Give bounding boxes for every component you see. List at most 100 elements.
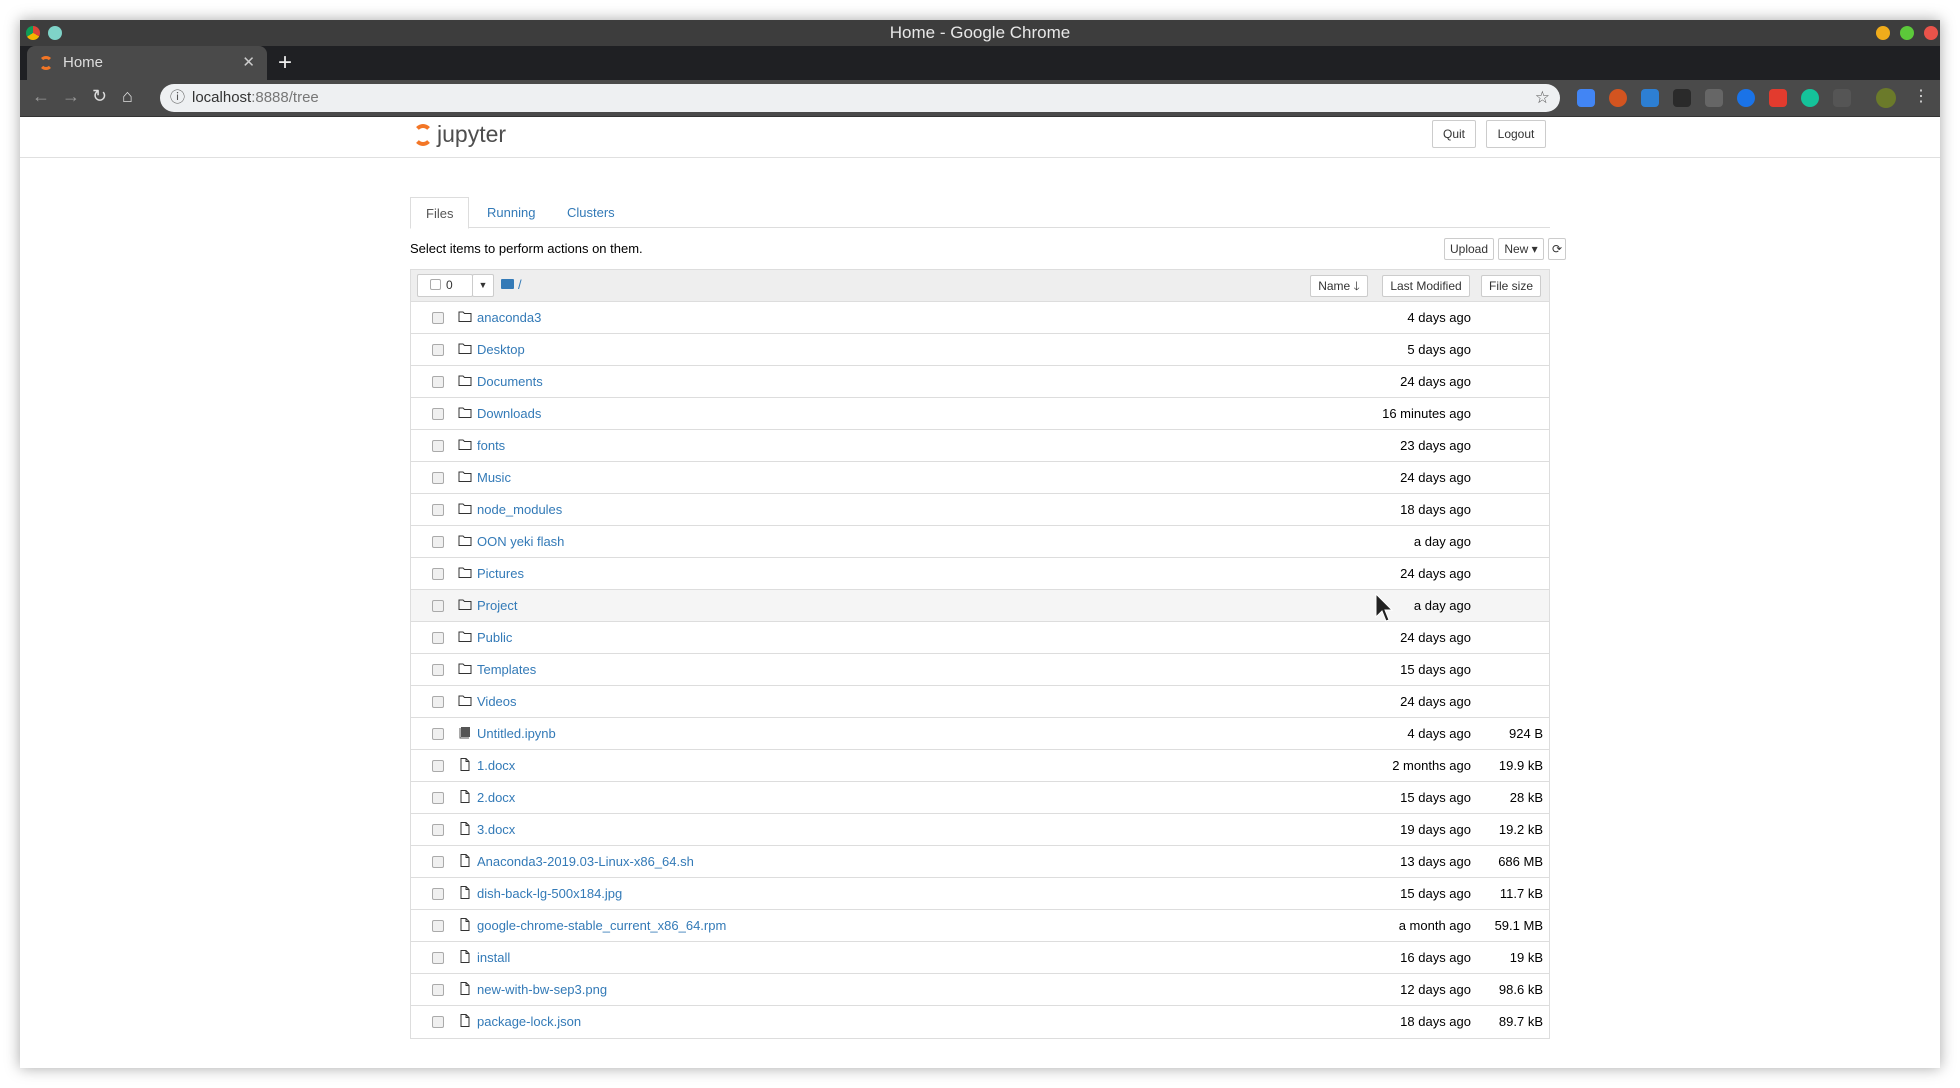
upload-button[interactable]: Upload — [1444, 238, 1494, 260]
sort-modified-button[interactable]: Last Modified — [1382, 275, 1470, 297]
list-item[interactable]: install 16 days ago 19 kB — [411, 942, 1549, 974]
item-link[interactable]: Documents — [477, 374, 543, 389]
jupyter-logo[interactable]: jupyter — [413, 121, 506, 148]
sort-name-button[interactable]: Name 🡓 — [1310, 275, 1368, 297]
item-link[interactable]: 3.docx — [477, 822, 515, 837]
logout-button[interactable]: Logout — [1486, 120, 1546, 148]
list-item[interactable]: Pictures 24 days ago — [411, 558, 1549, 590]
list-item[interactable]: fonts 23 days ago — [411, 430, 1549, 462]
list-item[interactable]: Desktop 5 days ago — [411, 334, 1549, 366]
list-item[interactable]: package-lock.json 18 days ago 89.7 kB — [411, 1006, 1549, 1038]
chrome-menu-icon[interactable]: ⋮ — [1913, 86, 1929, 106]
item-checkbox[interactable] — [432, 952, 444, 964]
item-link[interactable]: OON yeki flash — [477, 534, 564, 549]
close-window-button[interactable] — [1924, 26, 1938, 40]
item-link[interactable]: Downloads — [477, 406, 541, 421]
tab-running[interactable]: Running — [472, 197, 550, 228]
list-item[interactable]: Videos 24 days ago — [411, 686, 1549, 718]
item-link[interactable]: dish-back-lg-500x184.jpg — [477, 886, 622, 901]
item-link[interactable]: node_modules — [477, 502, 562, 517]
selection-dropdown[interactable]: ▼ — [472, 274, 494, 297]
vpn-icon[interactable] — [1737, 89, 1755, 107]
forward-button[interactable]: → — [62, 86, 80, 107]
list-item[interactable]: 3.docx 19 days ago 19.2 kB — [411, 814, 1549, 846]
item-checkbox[interactable] — [432, 1016, 444, 1028]
item-checkbox[interactable] — [432, 472, 444, 484]
grammarly-icon[interactable] — [1801, 89, 1819, 107]
item-checkbox[interactable] — [432, 536, 444, 548]
select-all-checkbox[interactable]: 0 — [417, 274, 473, 297]
list-item[interactable]: 2.docx 15 days ago 28 kB — [411, 782, 1549, 814]
list-item[interactable]: Untitled.ipynb 4 days ago 924 B — [411, 718, 1549, 750]
item-checkbox[interactable] — [432, 568, 444, 580]
bulb-icon[interactable] — [1705, 89, 1723, 107]
list-item[interactable]: Templates 15 days ago — [411, 654, 1549, 686]
item-link[interactable]: Desktop — [477, 342, 525, 357]
profile-avatar[interactable] — [1876, 88, 1896, 108]
item-link[interactable]: 2.docx — [477, 790, 515, 805]
item-link[interactable]: package-lock.json — [477, 1014, 581, 1029]
item-link[interactable]: Templates — [477, 662, 536, 677]
breadcrumb-root[interactable]: / — [518, 277, 522, 292]
item-checkbox[interactable] — [432, 696, 444, 708]
new-tab-button[interactable]: + — [278, 46, 292, 80]
item-checkbox[interactable] — [432, 984, 444, 996]
puzzle-icon[interactable] — [1833, 89, 1851, 107]
bookmark-star-icon[interactable]: ☆ — [1535, 84, 1550, 112]
item-checkbox[interactable] — [432, 856, 444, 868]
google-translate-icon[interactable] — [1577, 89, 1595, 107]
reload-button[interactable]: ↻ — [92, 86, 107, 107]
close-tab-icon[interactable]: ✕ — [242, 46, 255, 80]
item-link[interactable]: Anaconda3-2019.03-Linux-x86_64.sh — [477, 854, 694, 869]
refresh-button[interactable]: ⟳ — [1548, 238, 1566, 260]
list-item[interactable]: dish-back-lg-500x184.jpg 15 days ago 11.7 … — [411, 878, 1549, 910]
item-checkbox[interactable] — [432, 632, 444, 644]
minimize-button[interactable] — [1876, 26, 1890, 40]
item-checkbox[interactable] — [432, 344, 444, 356]
item-checkbox[interactable] — [432, 376, 444, 388]
item-checkbox[interactable] — [432, 792, 444, 804]
item-link[interactable]: Videos — [477, 694, 517, 709]
clipper-icon[interactable] — [1769, 89, 1787, 107]
item-link[interactable]: install — [477, 950, 510, 965]
sort-size-button[interactable]: File size — [1481, 275, 1541, 297]
dictionary-icon[interactable] — [1641, 89, 1659, 107]
item-checkbox[interactable] — [432, 728, 444, 740]
back-button[interactable]: ← — [32, 86, 50, 107]
quit-button[interactable]: Quit — [1432, 120, 1476, 148]
item-checkbox[interactable] — [432, 760, 444, 772]
item-checkbox[interactable] — [432, 920, 444, 932]
list-item[interactable]: Music 24 days ago — [411, 462, 1549, 494]
item-checkbox[interactable] — [432, 664, 444, 676]
item-link[interactable]: Project — [477, 598, 517, 613]
item-link[interactable]: Music — [477, 470, 511, 485]
maximize-button[interactable] — [1900, 26, 1914, 40]
item-checkbox[interactable] — [432, 312, 444, 324]
item-link[interactable]: anaconda3 — [477, 310, 541, 325]
item-checkbox[interactable] — [432, 600, 444, 612]
wordpress-icon[interactable] — [1609, 89, 1627, 107]
item-link[interactable]: fonts — [477, 438, 505, 453]
tab-clusters[interactable]: Clusters — [552, 197, 630, 228]
list-item[interactable]: google-chrome-stable_current_x86_64.rpm a… — [411, 910, 1549, 942]
browser-tab-home[interactable]: Home ✕ — [27, 46, 267, 80]
list-item[interactable]: Documents 24 days ago — [411, 366, 1549, 398]
item-link[interactable]: Untitled.ipynb — [477, 726, 556, 741]
item-checkbox[interactable] — [432, 408, 444, 420]
item-link[interactable]: google-chrome-stable_current_x86_64.rpm — [477, 918, 726, 933]
item-checkbox[interactable] — [432, 824, 444, 836]
tab-files[interactable]: Files — [410, 197, 470, 229]
list-item[interactable]: Anaconda3-2019.03-Linux-x86_64.sh 13 days… — [411, 846, 1549, 878]
item-checkbox[interactable] — [432, 504, 444, 516]
list-item[interactable]: new-with-bw-sep3.png 12 days ago 98.6 kB — [411, 974, 1549, 1006]
list-item[interactable]: anaconda3 4 days ago — [411, 302, 1549, 334]
item-link[interactable]: new-with-bw-sep3.png — [477, 982, 607, 997]
list-item[interactable]: Downloads 16 minutes ago — [411, 398, 1549, 430]
list-item[interactable]: 1.docx 2 months ago 19.9 kB — [411, 750, 1549, 782]
list-item[interactable]: OON yeki flash a day ago — [411, 526, 1549, 558]
item-link[interactable]: Pictures — [477, 566, 524, 581]
wr-icon[interactable] — [1673, 89, 1691, 107]
item-link[interactable]: 1.docx — [477, 758, 515, 773]
item-checkbox[interactable] — [432, 888, 444, 900]
window-pin-button[interactable] — [48, 26, 62, 40]
